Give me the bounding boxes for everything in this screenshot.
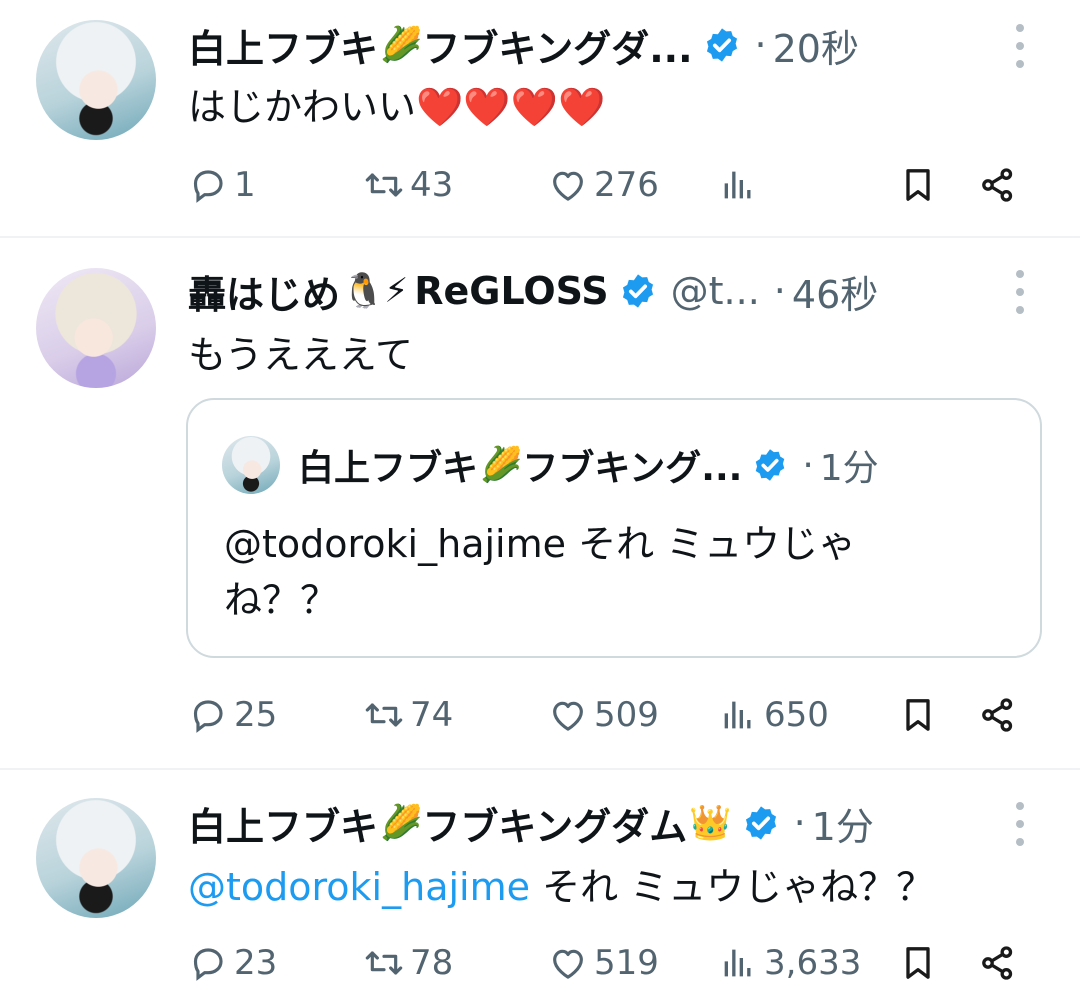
timestamp[interactable]: 1分 (812, 796, 874, 851)
bookmark-button[interactable] (898, 938, 938, 988)
like-button[interactable]: 519 (548, 938, 659, 988)
tweet-text: @todoroki_hajime それ ミュウじゃね？？ (188, 856, 934, 911)
reply-icon (193, 948, 223, 981)
bookmark-icon (906, 947, 930, 979)
views-count: 3,633 (764, 943, 862, 983)
reply-count: 23 (234, 943, 278, 983)
mention-link[interactable]: @todoroki_hajime (188, 865, 530, 909)
more-icon[interactable] (1006, 802, 1034, 846)
avatar[interactable] (36, 798, 156, 918)
views-button[interactable]: 3,633 (718, 938, 861, 988)
display-name[interactable]: 白上フブキ (188, 796, 378, 851)
separator-dot: · (793, 801, 806, 845)
share-button[interactable] (978, 938, 1018, 988)
retweet-button[interactable]: 78 (364, 938, 453, 988)
reply-button[interactable]: 23 (188, 938, 277, 988)
tweet-3[interactable]: 白上フブキ 🌽 フブキングダム 👑 · 1分 @todoroki_hajime … (0, 0, 1080, 1008)
display-name-suffix[interactable]: フブキングダム (422, 796, 687, 851)
tweet-header: 白上フブキ 🌽 フブキングダム 👑 · 1分 (188, 796, 874, 851)
verified-badge-icon (745, 806, 776, 840)
heart-icon (553, 949, 583, 979)
tweet-text-body: それ ミュウじゃね？？ (530, 865, 935, 909)
retweet-icon (365, 951, 403, 975)
crown-emoji: 👑 (689, 803, 732, 843)
timeline-feed: 白上フブキ 🌽 フブキングダ... · 20秒 はじかわいい❤️❤️❤️❤️ 1… (0, 0, 1080, 1008)
share-icon (982, 946, 1013, 980)
name-emoji: 🌽 (380, 803, 423, 843)
views-icon (724, 949, 751, 977)
like-count: 519 (594, 943, 659, 983)
retweet-count: 78 (410, 943, 454, 983)
action-bar: 23 78 519 3,633 (188, 938, 1038, 988)
